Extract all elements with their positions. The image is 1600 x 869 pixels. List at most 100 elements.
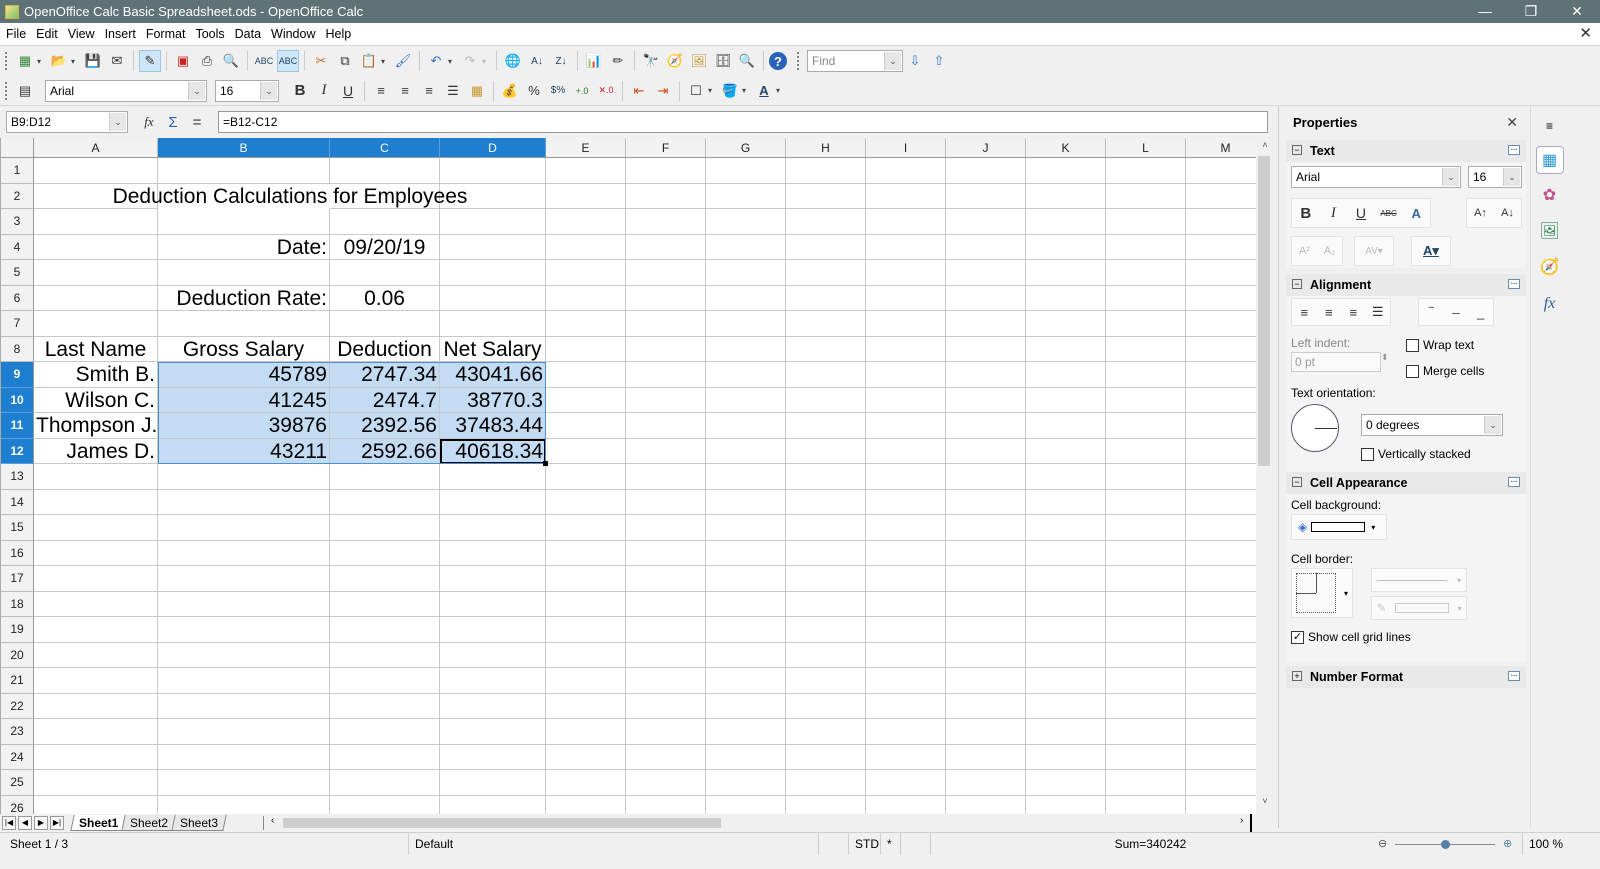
sidebar-font-combo[interactable]: Arial ⌄: [1291, 166, 1461, 188]
cell-h8[interactable]: [786, 336, 866, 362]
increase-font-icon[interactable]: A↑: [1470, 202, 1492, 224]
row-header-2[interactable]: 2: [1, 183, 34, 209]
data-cell[interactable]: 2392.56: [330, 413, 440, 439]
cell-h20[interactable]: [786, 642, 866, 668]
cell-f12[interactable]: [626, 438, 706, 464]
cell-a4[interactable]: [34, 234, 158, 260]
cell-b7[interactable]: [158, 311, 330, 337]
cell-m12[interactable]: [1186, 439, 1256, 464]
row-header-17[interactable]: 17: [1, 566, 34, 592]
row-header-11[interactable]: 11: [1, 413, 34, 439]
cell-f18[interactable]: [626, 591, 706, 617]
cell-k15[interactable]: [1026, 515, 1106, 541]
cell-d4[interactable]: [440, 234, 546, 260]
checkbox-icon[interactable]: [1406, 365, 1419, 379]
cell-i23[interactable]: [866, 719, 946, 745]
cell-c19[interactable]: [330, 617, 440, 643]
cell-f20[interactable]: [626, 642, 706, 668]
cell-a24[interactable]: [34, 744, 158, 770]
cell-f7[interactable]: [626, 311, 706, 337]
cell-f19[interactable]: [626, 617, 706, 643]
more-options-icon[interactable]: …: [1508, 477, 1520, 487]
chevron-down-icon[interactable]: ⌄: [260, 81, 277, 100]
cell-m16[interactable]: [1186, 541, 1256, 566]
cell-m3[interactable]: [1186, 209, 1256, 235]
cell-l19[interactable]: [1106, 617, 1186, 643]
cell-d18[interactable]: [440, 591, 546, 617]
formula-input[interactable]: =B12-C12: [218, 111, 1268, 133]
data-cell[interactable]: Wilson C.: [34, 387, 158, 413]
cell-e26[interactable]: [546, 795, 626, 814]
menu-help[interactable]: Help: [321, 24, 357, 44]
number-format-header[interactable]: + Number Format …: [1286, 666, 1526, 688]
cell-m9[interactable]: [1186, 362, 1256, 388]
cell-a5[interactable]: [34, 260, 158, 286]
cell-e22[interactable]: [546, 693, 626, 719]
more-options-icon[interactable]: …: [1508, 671, 1520, 681]
deduction-rate-value-cell[interactable]: 0.06: [330, 285, 440, 311]
row-header-24[interactable]: 24: [1, 744, 34, 770]
cell-c13[interactable]: [330, 464, 440, 490]
cell-e13[interactable]: [546, 464, 626, 490]
column-header-k[interactable]: K: [1026, 138, 1106, 158]
cell-b3[interactable]: [158, 209, 330, 235]
zoom-icon[interactable]: 🔍: [736, 50, 758, 72]
cell-b1[interactable]: [158, 158, 330, 184]
cell-l18[interactable]: [1106, 591, 1186, 617]
cell-a3[interactable]: [34, 209, 158, 235]
cell-m4[interactable]: [1186, 235, 1256, 260]
cell-e12[interactable]: [546, 438, 626, 464]
cell-m2[interactable]: [1186, 184, 1256, 209]
merge-cells-icon[interactable]: ▦: [466, 80, 488, 102]
cell-g13[interactable]: [706, 464, 786, 490]
cell-h6[interactable]: [786, 285, 866, 311]
cell-k1[interactable]: [1026, 158, 1106, 184]
redo-dropdown-icon[interactable]: ▾: [482, 57, 490, 66]
cell-g18[interactable]: [706, 591, 786, 617]
wrap-text-checkbox[interactable]: Wrap text: [1406, 338, 1474, 353]
cell-f25[interactable]: [626, 770, 706, 796]
cell-j3[interactable]: [946, 209, 1026, 235]
chevron-down-icon[interactable]: ⌄: [1503, 168, 1520, 186]
cell-c3[interactable]: [330, 209, 440, 235]
cell-a20[interactable]: [34, 642, 158, 668]
chevron-down-icon[interactable]: ⌄: [109, 113, 126, 131]
cell-i1[interactable]: [866, 158, 946, 184]
cell-k3[interactable]: [1026, 209, 1106, 235]
cell-e24[interactable]: [546, 744, 626, 770]
horizontal-scrollbar[interactable]: [283, 818, 1248, 828]
open-dropdown-icon[interactable]: ▾: [71, 57, 79, 66]
cell-c25[interactable]: [330, 770, 440, 796]
hyperlink-icon[interactable]: 🌐: [502, 50, 524, 72]
italic-icon[interactable]: I: [313, 80, 335, 102]
print-preview-icon[interactable]: 🔍: [220, 50, 242, 72]
cell-f15[interactable]: [626, 515, 706, 541]
sidebar-size-combo[interactable]: 16 ⌄: [1468, 166, 1522, 188]
cell-e6[interactable]: [546, 285, 626, 311]
cell-g10[interactable]: [706, 387, 786, 413]
data-cell[interactable]: 39876: [158, 413, 330, 439]
standard-format-icon[interactable]: $%: [547, 80, 569, 102]
cell-b14[interactable]: [158, 489, 330, 515]
navigator-icon[interactable]: 🧭: [664, 50, 686, 72]
cell-e19[interactable]: [546, 617, 626, 643]
cell-g22[interactable]: [706, 693, 786, 719]
cell-j17[interactable]: [946, 566, 1026, 592]
cell-b17[interactable]: [158, 566, 330, 592]
data-sources-icon[interactable]: 🗄: [712, 50, 734, 72]
cell-b19[interactable]: [158, 617, 330, 643]
justify-icon[interactable]: ☰: [442, 80, 464, 102]
font-name-combo[interactable]: Arial ⌄: [45, 79, 207, 102]
cell-j5[interactable]: [946, 260, 1026, 286]
cell-l24[interactable]: [1106, 744, 1186, 770]
cell-c26[interactable]: [330, 795, 440, 814]
cell-h3[interactable]: [786, 209, 866, 235]
function-equals-icon[interactable]: =: [186, 111, 208, 133]
cell-d24[interactable]: [440, 744, 546, 770]
find-next-icon[interactable]: ⇩: [904, 50, 926, 72]
more-options-icon[interactable]: …: [1508, 145, 1520, 155]
sheet-tab-3[interactable]: Sheet3: [171, 815, 228, 831]
collapse-icon[interactable]: −: [1292, 279, 1302, 289]
chevron-down-icon[interactable]: ⌄: [1484, 416, 1501, 434]
cell-g21[interactable]: [706, 668, 786, 694]
